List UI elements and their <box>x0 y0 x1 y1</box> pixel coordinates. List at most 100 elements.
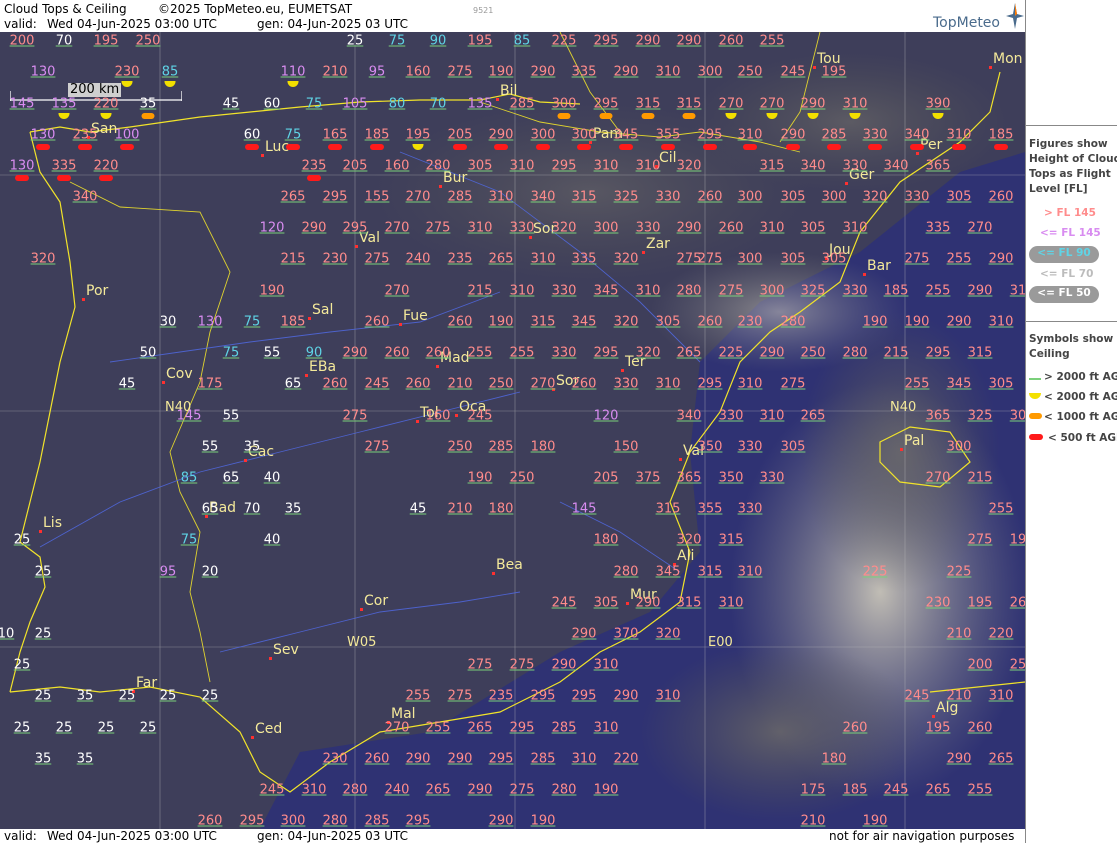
cloud-top-fl: 225 <box>551 33 577 49</box>
cloud-top-fl: 290 <box>635 33 661 49</box>
cloud-top-fl: 310 <box>509 283 535 299</box>
cloud-top-fl: 25 <box>159 688 177 704</box>
city-marker <box>989 66 992 69</box>
cloud-top-fl: 335 <box>925 220 951 236</box>
cloud-top-fl: 280 <box>780 314 806 330</box>
cloud-top-fl: 130 <box>197 314 223 330</box>
cloud-top-fl: 300 <box>551 96 577 112</box>
cloud-top-fl: 120 <box>259 220 285 236</box>
cloud-top-fl: 335 <box>571 251 597 267</box>
city-marker <box>813 66 816 69</box>
cloud-top-fl: 190 <box>467 470 493 486</box>
cloud-top-fl: 195 <box>93 33 119 49</box>
cloud-top-fl: 31 <box>1009 283 1025 299</box>
cloud-top-fl: 255 <box>509 345 535 361</box>
cloud-top-fl: 310 <box>593 657 619 673</box>
cloud-top-fl: 230 <box>114 64 140 80</box>
cloud-top-fl: 280 <box>551 782 577 798</box>
cloud-top-fl: 245 <box>467 408 493 424</box>
cloud-top-fl: 315 <box>676 96 702 112</box>
cloud-top-fl: 375 <box>635 470 661 486</box>
cloud-top-fl: 340 <box>800 158 826 174</box>
cloud-top-fl: 270 <box>384 220 410 236</box>
cloud-top-fl: 60 <box>263 96 281 112</box>
legend-fl-le90: <= FL 90 <box>1029 246 1099 263</box>
cloud-top-fl: 185 <box>988 127 1014 143</box>
cloud-top-fl: 330 <box>904 189 930 205</box>
cloud-top-fl: 220 <box>93 158 119 174</box>
figures-title-1: Figures show <box>1029 138 1108 150</box>
cloud-top-fl: 285 <box>821 127 847 143</box>
cloud-top-fl: 45 <box>409 501 427 517</box>
cloud-top-fl: 290 <box>467 782 493 798</box>
footer-valid-label: valid: <box>4 829 37 843</box>
ceiling-symbol <box>557 113 571 119</box>
cloud-top-fl: 280 <box>342 782 368 798</box>
figures-title-4: Level [FL] <box>1029 183 1088 195</box>
cloud-top-fl: 310 <box>737 127 763 143</box>
cloud-top-fl: 45 <box>222 96 240 112</box>
cloud-top-fl: 275 <box>467 657 493 673</box>
ceiling-symbol <box>494 144 508 150</box>
city-marker <box>621 369 624 372</box>
cloud-top-fl: 245 <box>259 782 285 798</box>
cloud-top-fl: 70 <box>429 96 447 112</box>
city-marker <box>416 420 419 423</box>
cloud-top-fl: 340 <box>72 189 98 205</box>
cloud-top-fl: 260 <box>697 314 723 330</box>
cloud-top-fl: 345 <box>946 376 972 392</box>
city-marker <box>360 608 363 611</box>
header-bar: Cloud Tops & Ceiling ©2025 TopMeteo.eu, … <box>0 0 1025 32</box>
cloud-top-fl: 295 <box>697 127 723 143</box>
cloud-top-fl: 215 <box>883 345 909 361</box>
cloud-top-fl: 295 <box>530 688 556 704</box>
cloud-top-fl: 100 <box>114 127 140 143</box>
cloud-top-fl: 75 <box>222 345 240 361</box>
cloud-top-fl: 220 <box>93 96 119 112</box>
cloud-top-fl: 300 <box>530 127 556 143</box>
cloud-top-fl: 75 <box>243 314 261 330</box>
cloud-top-fl: 35 <box>34 751 52 767</box>
cloud-grey-south <box>640 642 920 822</box>
ceiling-symbol <box>786 144 800 150</box>
ceiling-symbol <box>952 144 966 150</box>
cloud-top-fl: 290 <box>551 657 577 673</box>
cloud-top-fl: 200 <box>9 33 35 49</box>
valid-time: Wed 04-Jun-2025 03:00 UTC <box>47 17 217 31</box>
city-label: Lis <box>43 515 62 531</box>
cloud-top-fl: 260 <box>425 345 451 361</box>
cloud-top-fl: 260 <box>405 376 431 392</box>
cloud-top-fl: 110 <box>280 64 306 80</box>
cloud-top-fl: 265 <box>488 251 514 267</box>
grid-label: E00 <box>708 635 733 650</box>
cloud-top-fl: 250 <box>447 439 473 455</box>
cloud-top-fl: 290 <box>342 345 368 361</box>
cloud-top-fl: 345 <box>571 314 597 330</box>
cloud-top-fl: 285 <box>551 720 577 736</box>
cloud-top-fl: 260 <box>364 314 390 330</box>
cloud-top-fl: 295 <box>925 345 951 361</box>
cloud-top-fl: 270 <box>530 376 556 392</box>
cloud-top-fl: 260 <box>718 33 744 49</box>
cloud-top-fl: 265 <box>280 189 306 205</box>
cloud-top-fl: 255 <box>967 782 993 798</box>
cloud-top-fl: 105 <box>342 96 368 112</box>
cloud-top-fl: 275 <box>425 220 451 236</box>
cloud-top-fl: 235 <box>301 158 327 174</box>
cloud-top-fl: 230 <box>925 595 951 611</box>
ceiling-symbol <box>994 144 1008 150</box>
cloud-top-fl: 350 <box>718 470 744 486</box>
cloud-top-fl: 50 <box>139 345 157 361</box>
cloud-top-fl: 130 <box>30 64 56 80</box>
cloud-top-fl: 310 <box>509 158 535 174</box>
cloud-top-fl: 25 <box>139 720 157 736</box>
cloud-top-fl: 130 <box>9 158 35 174</box>
cloud-top-fl: 295 <box>697 376 723 392</box>
cloud-top-fl: 295 <box>405 813 431 829</box>
cloud-top-fl: 250 <box>488 376 514 392</box>
cloud-top-fl: 145 <box>571 501 597 517</box>
cloud-top-fl: 365 <box>925 408 951 424</box>
ceiling-symbol <box>307 175 321 181</box>
cloud-top-fl: 265 <box>800 408 826 424</box>
cloud-top-fl: 260 <box>571 376 597 392</box>
